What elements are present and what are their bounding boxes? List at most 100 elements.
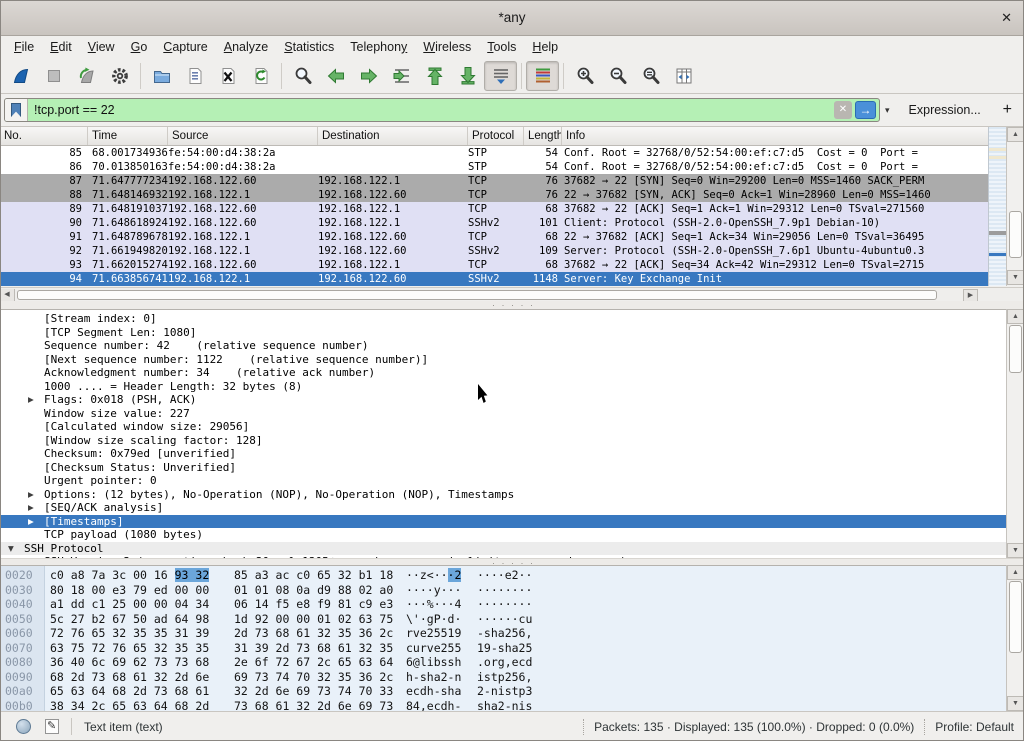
auto-scroll-button[interactable] <box>484 61 517 91</box>
scroll-up-icon[interactable]: ▲ <box>1007 309 1024 324</box>
capture-comment-icon[interactable] <box>45 719 59 734</box>
file-close-button[interactable] <box>211 61 244 91</box>
packet-row-93[interactable]: 9371.662015274192.168.122.60192.168.122.… <box>0 258 988 272</box>
filter-clear-button[interactable]: ✕ <box>834 101 852 119</box>
hex-row-0090[interactable]: 009068 2d 73 68 61 32 2d 6e69 73 74 70 3… <box>0 670 1006 685</box>
capture-start-button[interactable] <box>4 61 37 91</box>
hscrollbar-thumb[interactable] <box>17 290 937 300</box>
expander-collapsed-icon[interactable]: ▶ <box>28 488 44 502</box>
go-first-packet-button[interactable] <box>418 61 451 91</box>
packet-row-89[interactable]: 8971.648191037192.168.122.60192.168.122.… <box>0 202 988 216</box>
menu-statistics[interactable]: Statistics <box>276 36 342 58</box>
detail-line[interactable]: [TCP Segment Len: 1080] <box>0 326 1006 340</box>
scroll-down-icon[interactable]: ▼ <box>1007 270 1024 285</box>
detail-line[interactable]: ▶[SEQ/ACK analysis] <box>0 501 1006 515</box>
go-last-packet-button[interactable] <box>451 61 484 91</box>
filter-apply-button[interactable]: → <box>855 101 876 119</box>
menu-capture[interactable]: Capture <box>155 36 215 58</box>
menu-file[interactable]: File <box>6 36 42 58</box>
file-open-button[interactable] <box>145 61 178 91</box>
detail-line[interactable]: ▶Flags: 0x018 (PSH, ACK) <box>0 393 1006 407</box>
detail-line[interactable]: [Calculated window size: 29056] <box>0 420 1006 434</box>
hex-row-0070[interactable]: 007063 75 72 76 65 32 35 3531 39 2d 73 6… <box>0 641 1006 656</box>
capture-restart-button[interactable] <box>70 61 103 91</box>
bytes-scrollbar[interactable]: ▲ ▼ <box>1006 565 1024 711</box>
hex-row-0020[interactable]: 0020c0 a8 7a 3c 00 16 93 3285 a3 ac c0 6… <box>0 568 1006 583</box>
packet-row-91[interactable]: 9171.648789678192.168.122.1192.168.122.6… <box>0 230 988 244</box>
go-to-packet-button[interactable] <box>385 61 418 91</box>
hex-row-0060[interactable]: 006072 76 65 32 35 35 31 392d 73 68 61 3… <box>0 626 1006 641</box>
column-header-no[interactable]: No. <box>0 127 88 145</box>
packet-row-86[interactable]: 8670.013850163fe:54:00:d4:38:2aSTP54Conf… <box>0 160 988 174</box>
expander-collapsed-icon[interactable]: ▶ <box>28 515 44 529</box>
find-packet-button[interactable] <box>286 61 319 91</box>
filter-input[interactable]: !tcp.port == 22 <box>28 103 834 117</box>
detail-line[interactable]: [Stream index: 0] <box>0 312 1006 326</box>
expert-info-icon[interactable] <box>16 719 31 734</box>
scrollbar-thumb[interactable] <box>1009 325 1022 373</box>
column-header-source[interactable]: Source <box>168 127 318 145</box>
scrollbar-thumb[interactable] <box>1009 581 1022 653</box>
hex-row-00a0[interactable]: 00a065 63 64 68 2d 73 68 6132 2d 6e 69 7… <box>0 684 1006 699</box>
expander-collapsed-icon[interactable]: ▶ <box>28 501 44 515</box>
column-header-destination[interactable]: Destination <box>318 127 468 145</box>
window-close-button[interactable]: ✕ <box>1001 10 1012 26</box>
filter-history-dropdown[interactable]: ▾ <box>885 105 890 116</box>
zoom-in-button[interactable] <box>568 61 601 91</box>
pane-splitter-top[interactable]: · · · · · <box>0 301 1024 309</box>
file-save-button[interactable] <box>178 61 211 91</box>
detail-line[interactable]: 1000 .... = Header Length: 32 bytes (8) <box>0 380 1006 394</box>
menu-telephony[interactable]: Telephony <box>342 36 415 58</box>
add-filter-button[interactable]: + <box>1003 101 1012 119</box>
packet-list-scrollbar[interactable]: ▲ ▼ <box>1006 127 1024 286</box>
scroll-up-icon[interactable]: ▲ <box>1007 127 1024 142</box>
detail-line[interactable]: [Checksum Status: Unverified] <box>0 461 1006 475</box>
scroll-down-icon[interactable]: ▼ <box>1007 696 1024 711</box>
packet-row-87[interactable]: 8771.647777234192.168.122.60192.168.122.… <box>0 174 988 188</box>
hex-row-0080[interactable]: 008036 40 6c 69 62 73 73 682e 6f 72 67 2… <box>0 655 1006 670</box>
detail-line[interactable]: Sequence number: 42 (relative sequence n… <box>0 339 1006 353</box>
column-header-info[interactable]: Info <box>562 127 1006 145</box>
expander-expanded-icon[interactable]: ▼ <box>8 542 24 556</box>
display-filter-field[interactable]: !tcp.port == 22 ✕ → <box>4 98 880 122</box>
menu-edit[interactable]: Edit <box>42 36 80 58</box>
detail-line[interactable]: ▶Options: (12 bytes), No-Operation (NOP)… <box>0 488 1006 502</box>
detail-line[interactable]: ▼SSH Protocol <box>0 542 1006 556</box>
resize-columns-button[interactable] <box>667 61 700 91</box>
scrollbar-thumb[interactable] <box>1009 211 1022 258</box>
menu-view[interactable]: View <box>80 36 123 58</box>
menu-help[interactable]: Help <box>524 36 566 58</box>
hex-row-0050[interactable]: 00505c 27 b2 67 50 ad 64 981d 92 00 00 0… <box>0 612 1006 627</box>
packet-row-90[interactable]: 9071.648618924192.168.122.60192.168.122.… <box>0 216 988 230</box>
hex-row-00b0[interactable]: 00b038 34 2c 65 63 64 68 2d73 68 61 32 2… <box>0 699 1006 712</box>
hex-row-0040[interactable]: 0040a1 dd c1 25 00 00 04 3406 14 f5 e8 f… <box>0 597 1006 612</box>
packet-row-85[interactable]: 8568.001734936fe:54:00:d4:38:2aSTP54Conf… <box>0 146 988 160</box>
column-header-time[interactable]: Time <box>88 127 168 145</box>
detail-line[interactable]: Urgent pointer: 0 <box>0 474 1006 488</box>
column-header-length[interactable]: Length <box>524 127 562 145</box>
column-header-protocol[interactable]: Protocol <box>468 127 524 145</box>
profile-status[interactable]: Profile: Default <box>935 720 1014 734</box>
menu-tools[interactable]: Tools <box>479 36 524 58</box>
colorize-button[interactable] <box>526 61 559 91</box>
detail-line[interactable]: [Window size scaling factor: 128] <box>0 434 1006 448</box>
expression-button[interactable]: Expression... <box>909 103 981 117</box>
detail-line[interactable]: Window size value: 227 <box>0 407 1006 421</box>
packet-row-92[interactable]: 9271.661949820192.168.122.1192.168.122.6… <box>0 244 988 258</box>
packet-list-minimap[interactable] <box>988 127 1006 286</box>
zoom-reset-button[interactable] <box>634 61 667 91</box>
detail-line[interactable]: Checksum: 0x79ed [unverified] <box>0 447 1006 461</box>
scroll-down-icon[interactable]: ▼ <box>1007 543 1024 558</box>
packet-list-hscrollbar[interactable]: ◀ ▶ <box>0 287 1024 301</box>
detail-line[interactable]: Acknowledgment number: 34 (relative ack … <box>0 366 1006 380</box>
detail-line[interactable]: [Next sequence number: 1122 (relative se… <box>0 353 1006 367</box>
packet-row-88[interactable]: 8871.648146932192.168.122.1192.168.122.6… <box>0 188 988 202</box>
go-forward-button[interactable] <box>352 61 385 91</box>
menu-wireless[interactable]: Wireless <box>415 36 479 58</box>
menu-go[interactable]: Go <box>123 36 156 58</box>
menu-analyze[interactable]: Analyze <box>216 36 276 58</box>
expander-collapsed-icon[interactable]: ▶ <box>28 393 44 407</box>
zoom-out-button[interactable] <box>601 61 634 91</box>
hex-row-0030[interactable]: 003080 18 00 e3 79 ed 00 0001 01 08 0a d… <box>0 583 1006 598</box>
detail-line-selected[interactable]: ▶[Timestamps] <box>0 515 1006 529</box>
